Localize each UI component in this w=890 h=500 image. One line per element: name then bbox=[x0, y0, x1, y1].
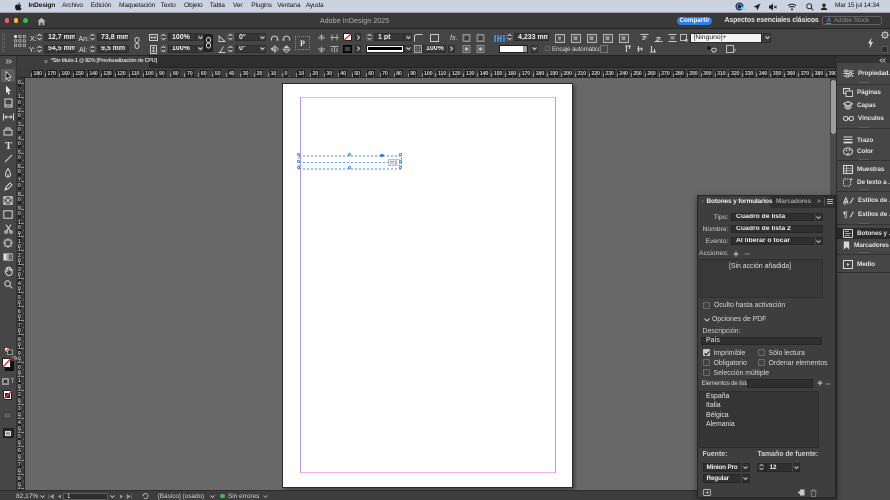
svg-text:¶: ¶ bbox=[843, 210, 848, 219]
svg-text:T: T bbox=[5, 141, 12, 150]
